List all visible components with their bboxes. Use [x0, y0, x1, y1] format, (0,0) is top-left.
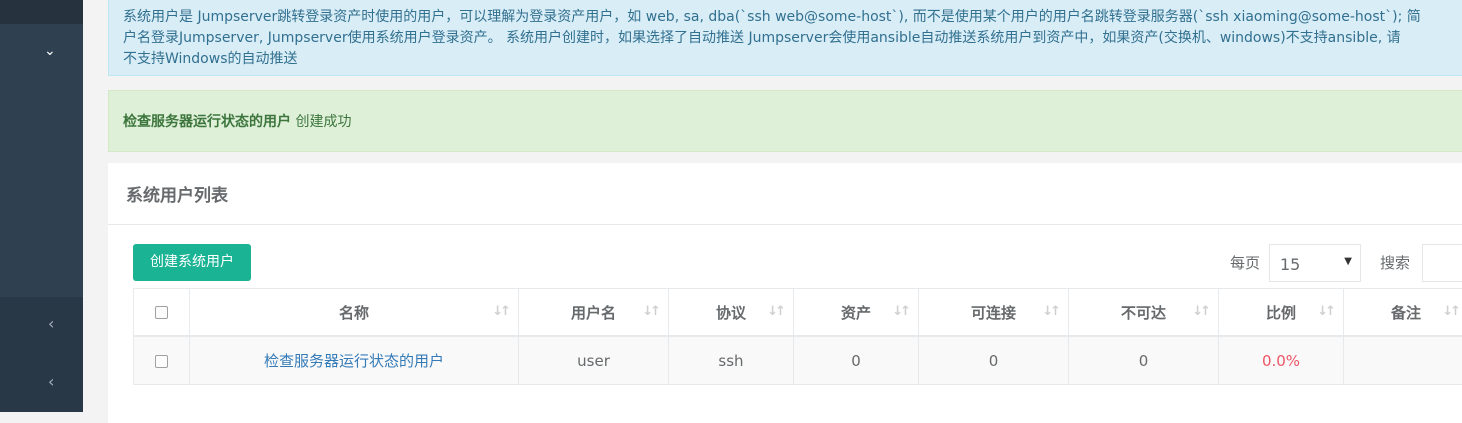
column-header-label: 协议 [716, 304, 746, 322]
page-length-select[interactable]: 15 ▼ [1269, 244, 1361, 282]
chevron-left-icon[interactable]: ‹ [48, 374, 54, 390]
system-user-panel: 系统用户列表 创建系统用户 每页 15 ▼ 搜索 名称 ↓↑ 用户名 ↓↑ 协议 ↓↑… [108, 163, 1462, 423]
column-header-unreachable[interactable]: 不可达 ↓↑ [1069, 289, 1219, 337]
success-alert-name: 检查服务器运行状态的用户 [123, 114, 291, 130]
sort-icon: ↓↑ [642, 304, 658, 319]
sort-icon: ↓↑ [1192, 304, 1208, 319]
chevron-down-icon[interactable]: ⌄ [44, 43, 56, 59]
sidebar-footer [0, 297, 83, 412]
cell-unreachable: 0 [1069, 336, 1219, 385]
caret-down-icon: ▼ [1344, 256, 1352, 267]
sort-icon: ↓↑ [767, 304, 783, 319]
sort-icon: ↓↑ [1042, 304, 1058, 319]
create-system-user-button[interactable]: 创建系统用户 [133, 244, 251, 281]
sort-icon: ↓↑ [892, 304, 908, 319]
column-header-label: 比例 [1266, 304, 1296, 322]
page-length-label: 每页 [1230, 252, 1260, 273]
sidebar: ⌄ ‹ ‹ [0, 0, 83, 412]
cell-username: user [519, 336, 669, 385]
column-header-label: 不可达 [1121, 304, 1166, 322]
success-alert-message: 创建成功 [295, 114, 351, 130]
info-alert-line: 不支持Windows的自动推送 [123, 49, 1462, 70]
sidebar-header [0, 0, 83, 24]
column-header-username[interactable]: 用户名 ↓↑ [519, 289, 669, 337]
column-header-reachable[interactable]: 可连接 ↓↑ [919, 289, 1069, 337]
column-header-label: 备注 [1391, 304, 1421, 322]
cell-reachable: 0 [919, 336, 1069, 385]
column-header-comment[interactable]: 备注 ↓↑ [1344, 289, 1462, 337]
select-all-checkbox[interactable] [155, 306, 168, 319]
info-alert-line: 系统用户是 Jumpserver跳转登录资产时使用的用户，可以理解为登录资产用户… [123, 7, 1462, 28]
search-label: 搜索 [1380, 252, 1410, 273]
success-alert: 检查服务器运行状态的用户 创建成功 [108, 90, 1462, 152]
row-checkbox[interactable] [155, 355, 168, 368]
page-length-value: 15 [1280, 255, 1300, 274]
cell-comment [1344, 336, 1462, 385]
ratio-value: 0.0% [1262, 352, 1300, 370]
sort-icon: ↓↑ [492, 304, 508, 319]
cell-ratio: 0.0% [1219, 336, 1344, 385]
row-select-cell[interactable] [134, 336, 190, 385]
info-alert: 系统用户是 Jumpserver跳转登录资产时使用的用户，可以理解为登录资产用户… [108, 0, 1462, 76]
system-user-table: 名称 ↓↑ 用户名 ↓↑ 协议 ↓↑ 资产 ↓↑ 可连接 ↓↑ 不可达 ↓↑ 比例 ↓↑ 备注… [133, 288, 1462, 385]
column-header-label: 资产 [841, 304, 871, 322]
cell-name: 检查服务器运行状态的用户 [190, 336, 519, 385]
column-header-label: 用户名 [571, 304, 616, 322]
panel-divider [108, 224, 1462, 225]
cell-assets: 0 [794, 336, 919, 385]
system-user-link[interactable]: 检查服务器运行状态的用户 [264, 352, 444, 370]
column-header-name[interactable]: 名称 ↓↑ [190, 289, 519, 337]
column-header-label: 名称 [339, 304, 369, 322]
column-header-label: 可连接 [971, 304, 1016, 322]
column-header-protocol[interactable]: 协议 ↓↑ [669, 289, 794, 337]
panel-title: 系统用户列表 [126, 181, 228, 206]
chevron-left-icon[interactable]: ‹ [48, 316, 54, 332]
column-header-assets[interactable]: 资产 ↓↑ [794, 289, 919, 337]
cell-protocol: ssh [669, 336, 794, 385]
search-input[interactable] [1422, 244, 1462, 282]
table-header-row: 名称 ↓↑ 用户名 ↓↑ 协议 ↓↑ 资产 ↓↑ 可连接 ↓↑ 不可达 ↓↑ 比例 ↓↑ 备注… [134, 289, 1462, 337]
sort-icon: ↓↑ [1442, 304, 1458, 319]
info-alert-line: 户名登录Jumpserver, Jumpserver使用系统用户登录资产。 系统… [123, 28, 1462, 49]
sort-icon: ↓↑ [1317, 304, 1333, 319]
column-header-ratio[interactable]: 比例 ↓↑ [1219, 289, 1344, 337]
table-row: 检查服务器运行状态的用户 user ssh 0 0 0 0.0% [134, 336, 1462, 385]
select-all-cell[interactable] [134, 289, 190, 337]
